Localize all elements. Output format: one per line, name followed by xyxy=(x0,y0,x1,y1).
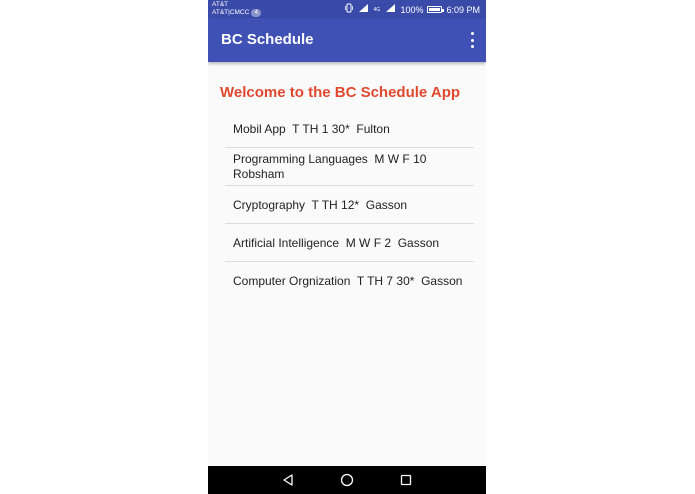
course-item[interactable]: Cryptography T TH 12* Gasson xyxy=(225,186,474,224)
status-bar: AT&T AT&T|CMCC 4 4G 100% 6:09 PM xyxy=(208,0,486,18)
network-type-label: 4G xyxy=(373,6,381,13)
app-title: BC Schedule xyxy=(221,31,314,48)
phone-screen: AT&T AT&T|CMCC 4 4G 100% 6:09 PM BC Sche… xyxy=(208,0,486,494)
course-list: Mobil App T TH 1 30* Fulton Programming … xyxy=(225,110,474,300)
status-icons: 4G 100% 6:09 PM xyxy=(344,3,480,16)
course-item[interactable]: Computer Orgnization T TH 7 30* Gasson xyxy=(225,262,474,300)
app-bar: BC Schedule xyxy=(208,18,486,62)
more-vert-icon[interactable] xyxy=(468,32,476,48)
welcome-heading: Welcome to the BC Schedule App xyxy=(220,84,461,101)
status-time: 6:09 PM xyxy=(446,4,480,15)
battery-percent: 100% xyxy=(400,4,424,15)
battery-icon xyxy=(427,6,445,13)
course-item-label: Artificial Intelligence M W F 2 Gasson xyxy=(233,235,440,250)
home-circle-icon[interactable] xyxy=(340,473,354,487)
signal-icon xyxy=(358,3,369,16)
signal-icon-2 xyxy=(385,3,396,16)
carrier-secondary: AT&T|CMCC xyxy=(212,9,250,16)
course-item-label: Mobil App T TH 1 30* Fulton xyxy=(233,121,390,136)
main-content: Welcome to the BC Schedule App Mobil App… xyxy=(208,62,486,466)
carrier-name: AT&T xyxy=(212,1,229,8)
course-item[interactable]: Mobil App T TH 1 30* Fulton xyxy=(225,110,474,148)
course-item-label: Computer Orgnization T TH 7 30* Gasson xyxy=(233,274,463,288)
navigation-bar xyxy=(208,466,486,494)
back-triangle-icon[interactable] xyxy=(281,473,295,487)
course-item-label: Cryptography T TH 12* Gasson xyxy=(233,197,408,212)
course-item[interactable]: Artificial Intelligence M W F 2 Gasson xyxy=(225,224,474,262)
recents-square-icon[interactable] xyxy=(399,473,413,487)
carrier-info: AT&T AT&T|CMCC 4 xyxy=(212,1,262,17)
course-item[interactable]: Programming Languages M W F 10 Robsham xyxy=(225,148,474,186)
course-item-label: Programming Languages M W F 10 Robsham xyxy=(233,152,434,181)
notification-count-badge: 4 xyxy=(251,9,262,17)
vibrate-icon xyxy=(344,3,354,16)
